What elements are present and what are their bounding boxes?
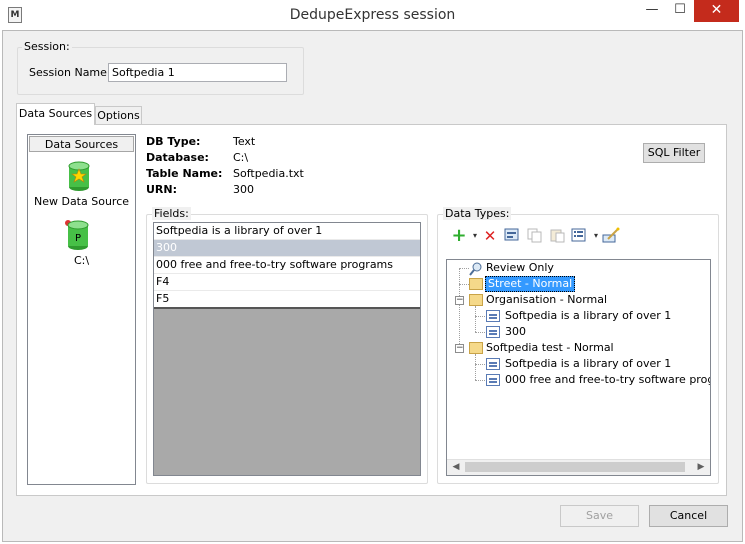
search-icon (469, 262, 483, 276)
fields-grid: Softpedia is a library of over 1 300 000… (153, 222, 421, 476)
table-name-value: Softpedia.txt (233, 167, 304, 180)
database-value: C:\ (233, 151, 249, 164)
scrollbar-thumb[interactable] (465, 462, 685, 472)
tree-item-review-only[interactable]: Review Only (486, 260, 554, 276)
edit-icon[interactable] (503, 227, 521, 245)
minimize-button[interactable]: — (638, 0, 666, 22)
field-icon (486, 374, 500, 386)
session-name-label: Session Name: (29, 66, 111, 79)
tree-item-organisation[interactable]: Organisation - Normal (486, 292, 607, 308)
tree-item-street[interactable]: Street - Normal (485, 276, 576, 292)
data-sources-header: Data Sources (29, 136, 134, 152)
wizard-icon[interactable] (602, 227, 620, 245)
scroll-right-icon[interactable]: ▶ (695, 459, 707, 475)
tree-item-test-field[interactable]: 000 free and free-to-try software progra… (505, 372, 710, 388)
folder-icon (469, 342, 483, 354)
tree-item-org-field[interactable]: 300 (505, 324, 526, 340)
db-type-label: DB Type: (146, 135, 201, 148)
session-group-label: Session: (22, 40, 72, 53)
copy-icon[interactable] (525, 227, 543, 245)
tree-item-org-field[interactable]: Softpedia is a library of over 1 (505, 308, 671, 324)
new-datasource-label[interactable]: New Data Source (29, 195, 134, 208)
tab-options[interactable]: Options (95, 106, 142, 125)
field-row[interactable]: Softpedia is a library of over 1 (154, 223, 420, 240)
field-icon (486, 358, 500, 370)
session-name-input[interactable] (108, 63, 287, 82)
cancel-button[interactable]: Cancel (649, 505, 728, 527)
urn-label: URN: (146, 183, 178, 196)
save-button[interactable]: Save (560, 505, 639, 527)
delete-icon[interactable]: ✕ (481, 227, 499, 245)
data-types-group-label: Data Types: (443, 207, 512, 220)
field-icon (486, 326, 500, 338)
close-button[interactable]: ✕ (694, 0, 739, 22)
folder-icon (469, 278, 483, 290)
sql-filter-button[interactable]: SQL Filter (643, 143, 705, 163)
datasource-c-label[interactable]: C:\ (29, 254, 134, 267)
table-name-label: Table Name: (146, 167, 223, 180)
fields-group-label: Fields: (152, 207, 191, 220)
urn-value: 300 (233, 183, 254, 196)
field-icon (486, 310, 500, 322)
field-row[interactable]: 000 free and free-to-try software progra… (154, 257, 420, 274)
database-label: Database: (146, 151, 209, 164)
maximize-button[interactable]: ☐ (666, 0, 694, 22)
field-row[interactable]: F5 (154, 291, 420, 309)
tree-item-test-field[interactable]: Softpedia is a library of over 1 (505, 356, 671, 372)
new-datasource-icon[interactable] (67, 160, 91, 192)
tab-data-sources[interactable]: Data Sources (16, 103, 95, 125)
data-types-tree: Review Only Street - Normal − Organisati… (446, 259, 711, 476)
svg-text:P: P (75, 233, 81, 244)
tree-item-softpedia-test[interactable]: Softpedia test - Normal (486, 340, 614, 356)
field-row[interactable]: 300 (154, 240, 420, 257)
window-title: DedupeExpress session (289, 7, 456, 23)
scroll-left-icon[interactable]: ◀ (450, 459, 462, 475)
collapse-icon[interactable]: − (455, 344, 464, 353)
paste-icon[interactable] (548, 227, 566, 245)
folder-icon (469, 294, 483, 306)
properties-icon[interactable] (570, 227, 588, 245)
database-icon[interactable]: P (64, 219, 90, 251)
collapse-icon[interactable]: − (455, 296, 464, 305)
db-type-value: Text (233, 135, 256, 148)
field-row[interactable]: F4 (154, 274, 420, 291)
